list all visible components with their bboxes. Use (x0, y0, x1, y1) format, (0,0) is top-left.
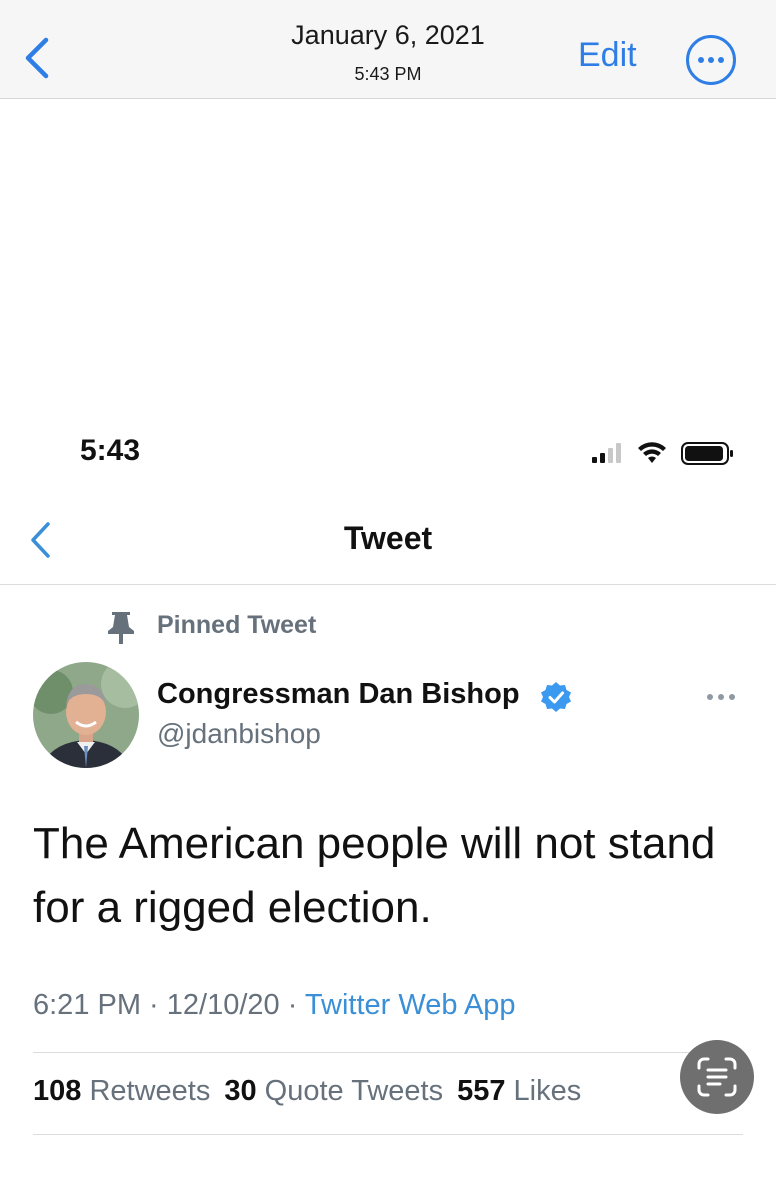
pin-icon (108, 612, 134, 644)
likes-count: 557 (457, 1075, 506, 1107)
live-text-button[interactable] (680, 1040, 754, 1114)
meta-separator: · (279, 989, 305, 1021)
battery-icon (681, 442, 733, 465)
wifi-icon (638, 442, 666, 463)
tweet-nav-bar: Tweet (0, 500, 776, 585)
quote-tweets-label: Quote Tweets (264, 1075, 444, 1107)
avatar[interactable] (33, 662, 139, 768)
tweet-stats: 108 Retweets 30 Quote Tweets 557 Likes (33, 1075, 581, 1108)
quote-tweets-stat[interactable]: 30 Quote Tweets (224, 1075, 443, 1107)
cellular-signal-icon (592, 443, 621, 463)
meta-separator: · (141, 989, 167, 1021)
ellipsis-icon (707, 694, 713, 700)
tweet-date: 12/10/20 (166, 989, 280, 1021)
tweet-source-link[interactable]: Twitter Web App (305, 989, 516, 1021)
retweets-label: Retweets (89, 1075, 211, 1107)
photo-time: 5:43 PM (354, 64, 422, 84)
photo-date: January 6, 2021 (291, 20, 485, 50)
likes-stat[interactable]: 557 Likes (457, 1075, 581, 1107)
retweets-stat[interactable]: 108 Retweets (33, 1075, 210, 1107)
tweet-time: 6:21 PM (33, 989, 141, 1021)
tweet-meta: 6:21 PM · 12/10/20 · Twitter Web App (33, 989, 516, 1022)
tweet-more-button[interactable] (707, 692, 741, 702)
author-name[interactable]: Congressman Dan Bishop (157, 678, 520, 711)
retweets-count: 108 (33, 1075, 82, 1107)
pinned-tweet-label: Pinned Tweet (157, 611, 317, 639)
screenshot-viewer: January 6, 2021 5:43 PM Edit 5:43 Tweet … (0, 0, 776, 1200)
edit-button[interactable]: Edit (578, 36, 637, 75)
quote-tweets-count: 30 (224, 1075, 257, 1107)
divider (33, 1134, 743, 1135)
verified-badge-icon (541, 682, 571, 712)
divider (33, 1052, 743, 1053)
status-bar-icons (590, 438, 735, 468)
status-bar-time: 5:43 (80, 434, 141, 467)
page-title: Tweet (343, 520, 433, 556)
more-options-button[interactable] (686, 35, 736, 85)
tweet-text: The American people will not stand for a… (33, 819, 716, 932)
likes-label: Likes (513, 1075, 582, 1107)
live-text-icon (697, 1057, 737, 1097)
photos-header: January 6, 2021 5:43 PM Edit (0, 0, 776, 99)
author-handle[interactable]: @jdanbishop (157, 718, 321, 750)
ellipsis-circle-icon (698, 57, 704, 63)
